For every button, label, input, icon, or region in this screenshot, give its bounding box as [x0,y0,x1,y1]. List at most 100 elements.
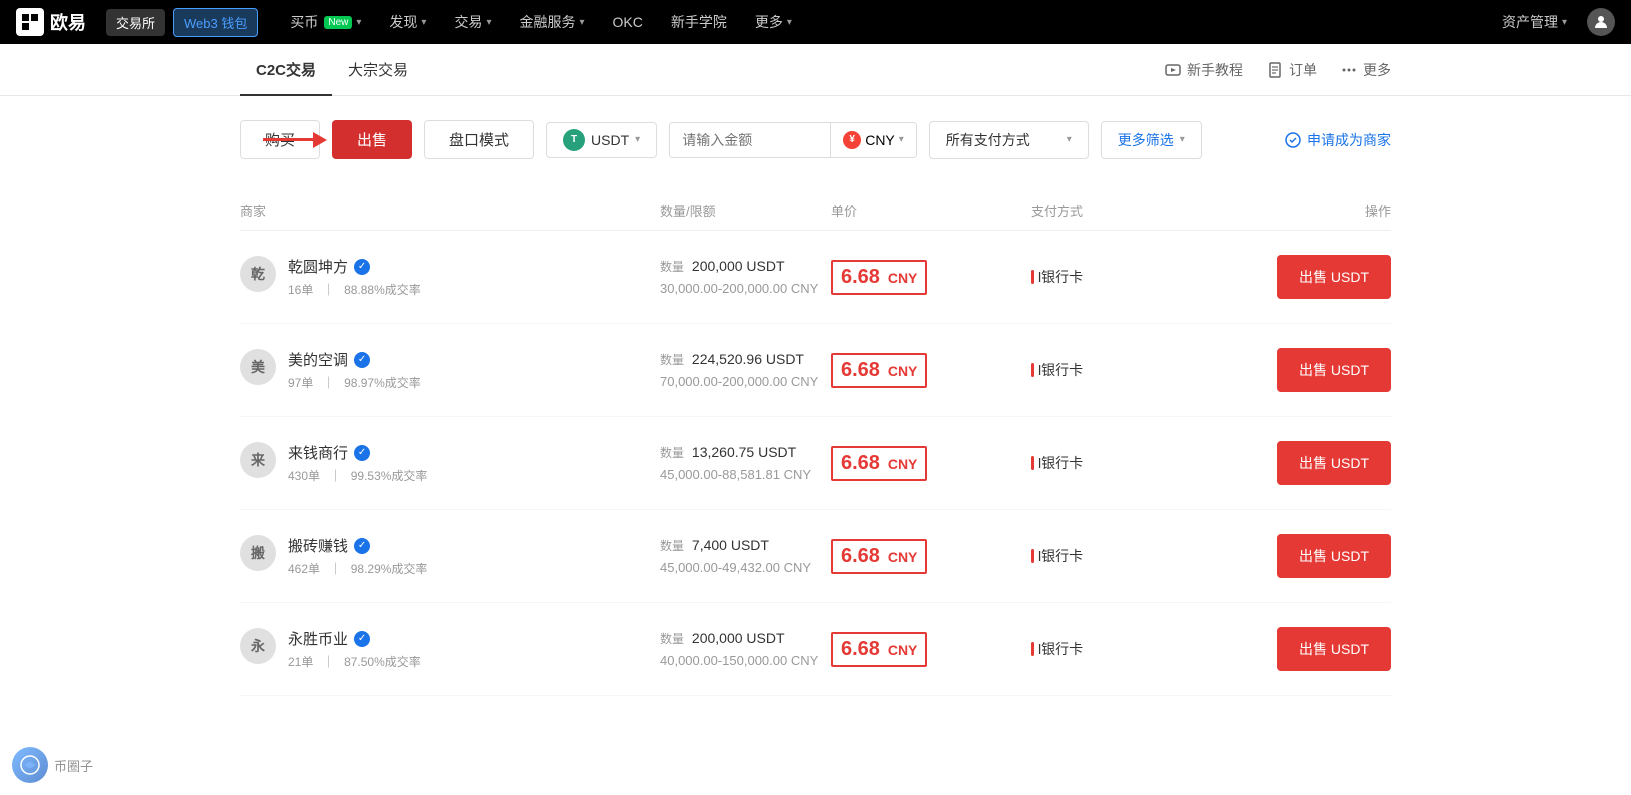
chevron-down-icon: ▾ [579,17,584,28]
nav-item-discover[interactable]: 发现 ▾ [377,8,438,36]
more-filter-button[interactable]: 更多筛选 ▾ [1101,121,1202,159]
amount-input-wrap: ¥ CNY ▾ [669,122,917,158]
logo-icon [16,8,44,36]
usdt-icon: T [563,129,585,151]
sell-button[interactable]: 出售 [332,120,412,159]
col-header-amount: 数量/限额 [660,201,831,220]
qty-value: 7,400 USDT [692,537,769,553]
currency-selector[interactable]: ¥ CNY ▾ [830,123,916,157]
merchant-stats: 430单 ｜ 99.53%成交率 [288,467,427,484]
price-value: 6.68 CNY [831,632,927,667]
payment-method: l银行卡 [1038,360,1083,380]
merchant-name: 来钱商行 ✓ [288,442,427,463]
trade-rate: 87.50%成交率 [344,655,421,669]
payment-method: l银行卡 [1038,453,1083,473]
become-merchant-button[interactable]: 申请成为商家 [1285,130,1391,150]
merchant-details: 来钱商行 ✓ 430单 ｜ 99.53%成交率 [288,442,427,484]
merchant-details: 乾圆坤方 ✓ 16单 ｜ 88.88%成交率 [288,256,421,298]
merchant-avatar: 永 [240,628,276,664]
qty-value: 224,520.96 USDT [692,351,804,367]
table-row: 来 来钱商行 ✓ 430单 ｜ 99.53%成交率 数量 13,260.75 U… [240,417,1391,510]
nav-item-buy[interactable]: 买币 New ▾ [278,8,373,36]
merchant-cell: 永 永胜币业 ✓ 21单 ｜ 87.50%成交率 [240,628,660,670]
user-avatar[interactable] [1587,8,1615,36]
amount-range: 45,000.00-49,432.00 CNY [660,560,831,575]
currency-label: CNY [865,132,895,148]
cny-icon: ¥ [843,131,861,149]
merchant-name: 搬砖赚钱 ✓ [288,535,427,556]
tab-c2c[interactable]: C2C交易 [240,44,332,96]
nav-item-okc[interactable]: OKC [601,10,655,34]
payment-bar-icon [1031,642,1034,656]
trade-rate: 99.53%成交率 [351,469,428,483]
watermark-text: 币圈子 [54,756,93,775]
nav-item-learn[interactable]: 新手学院 [659,8,739,36]
subnav-right-actions: 新手教程 订单 更多 [1165,60,1391,80]
merchant-stats: 16单 ｜ 88.88%成交率 [288,281,421,298]
col-header-payment: 支付方式 [1031,201,1231,220]
trade-rate: 88.88%成交率 [344,283,421,297]
amount-cell: 数量 224,520.96 USDT 70,000.00-200,000.00 … [660,351,831,389]
coin-selector[interactable]: T USDT ▾ [546,122,657,158]
chevron-down-icon: ▾ [486,17,491,28]
asset-management-button[interactable]: 资产管理 ▾ [1490,8,1579,36]
nav-item-trade[interactable]: 交易 ▾ [442,8,503,36]
chevron-down-icon: ▾ [1180,134,1185,145]
web3-button[interactable]: Web3 钱包 [173,8,258,37]
video-icon [1165,62,1181,78]
new-badge: New [324,16,352,29]
payment-bar-icon [1031,456,1034,470]
merchant-stats: 21单 ｜ 87.50%成交率 [288,653,421,670]
merchant-name-text: 美的空调 [288,349,348,370]
amount-cell: 数量 200,000 USDT 40,000.00-150,000.00 CNY [660,630,831,668]
merchant-avatar: 来 [240,442,276,478]
trade-rate: 98.97%成交率 [344,376,421,390]
tutorial-button[interactable]: 新手教程 [1165,60,1243,80]
merchant-name: 乾圆坤方 ✓ [288,256,421,277]
sell-usdt-button[interactable]: 出售 USDT [1277,255,1391,299]
sell-usdt-button[interactable]: 出售 USDT [1277,534,1391,578]
logo[interactable]: 欧易 [16,8,86,36]
shield-check-icon [1285,132,1301,148]
sell-usdt-button[interactable]: 出售 USDT [1277,627,1391,671]
nav-item-more[interactable]: 更多 ▾ [743,8,804,36]
amount-range: 40,000.00-150,000.00 CNY [660,653,831,668]
chevron-down-icon: ▾ [1067,134,1072,145]
exchange-button[interactable]: 交易所 [106,9,165,36]
nav-item-finance[interactable]: 金融服务 ▾ [507,8,596,36]
qty-value: 200,000 USDT [692,630,785,646]
merchant-cell: 乾 乾圆坤方 ✓ 16单 ｜ 88.88%成交率 [240,256,660,298]
payment-method: l银行卡 [1038,267,1083,287]
merchant-avatar: 美 [240,349,276,385]
merchant-name-text: 搬砖赚钱 [288,535,348,556]
qty-label: 数量 [660,446,684,460]
price-cell: 6.68 CNY [831,260,1031,295]
amount-input[interactable] [670,124,830,156]
qty-label: 数量 [660,353,684,367]
merchant-details: 永胜币业 ✓ 21单 ｜ 87.50%成交率 [288,628,421,670]
merchant-cell: 来 来钱商行 ✓ 430单 ｜ 99.53%成交率 [240,442,660,484]
tab-block-trade[interactable]: 大宗交易 [332,44,424,96]
price-currency: CNY [884,456,917,472]
payment-cell: l银行卡 [1031,360,1231,380]
price-currency: CNY [884,270,917,286]
table-row: 乾 乾圆坤方 ✓ 16单 ｜ 88.88%成交率 数量 200,000 USDT… [240,231,1391,324]
merchant-details: 美的空调 ✓ 97单 ｜ 98.97%成交率 [288,349,421,391]
payment-method: l银行卡 [1038,639,1083,659]
payment-label: 所有支付方式 [946,130,1030,150]
amount-cell: 数量 7,400 USDT 45,000.00-49,432.00 CNY [660,537,831,575]
more-actions-button[interactable]: 更多 [1341,60,1391,80]
merchant-cell: 搬 搬砖赚钱 ✓ 462单 ｜ 98.29%成交率 [240,535,660,577]
payment-method-selector[interactable]: 所有支付方式 ▾ [929,121,1089,159]
amount-cell: 数量 200,000 USDT 30,000.00-200,000.00 CNY [660,258,831,296]
sell-usdt-button[interactable]: 出售 USDT [1277,348,1391,392]
price-currency: CNY [884,363,917,379]
chevron-down-icon: ▾ [787,17,792,28]
more-icon [1341,62,1357,78]
orders-button[interactable]: 订单 [1267,60,1317,80]
sell-usdt-button[interactable]: 出售 USDT [1277,441,1391,485]
orderbook-mode-button[interactable]: 盘口模式 [424,120,534,159]
qty-line: 数量 200,000 USDT [660,258,831,275]
action-cell: 出售 USDT [1231,441,1391,485]
order-count: 16单 [288,283,313,297]
